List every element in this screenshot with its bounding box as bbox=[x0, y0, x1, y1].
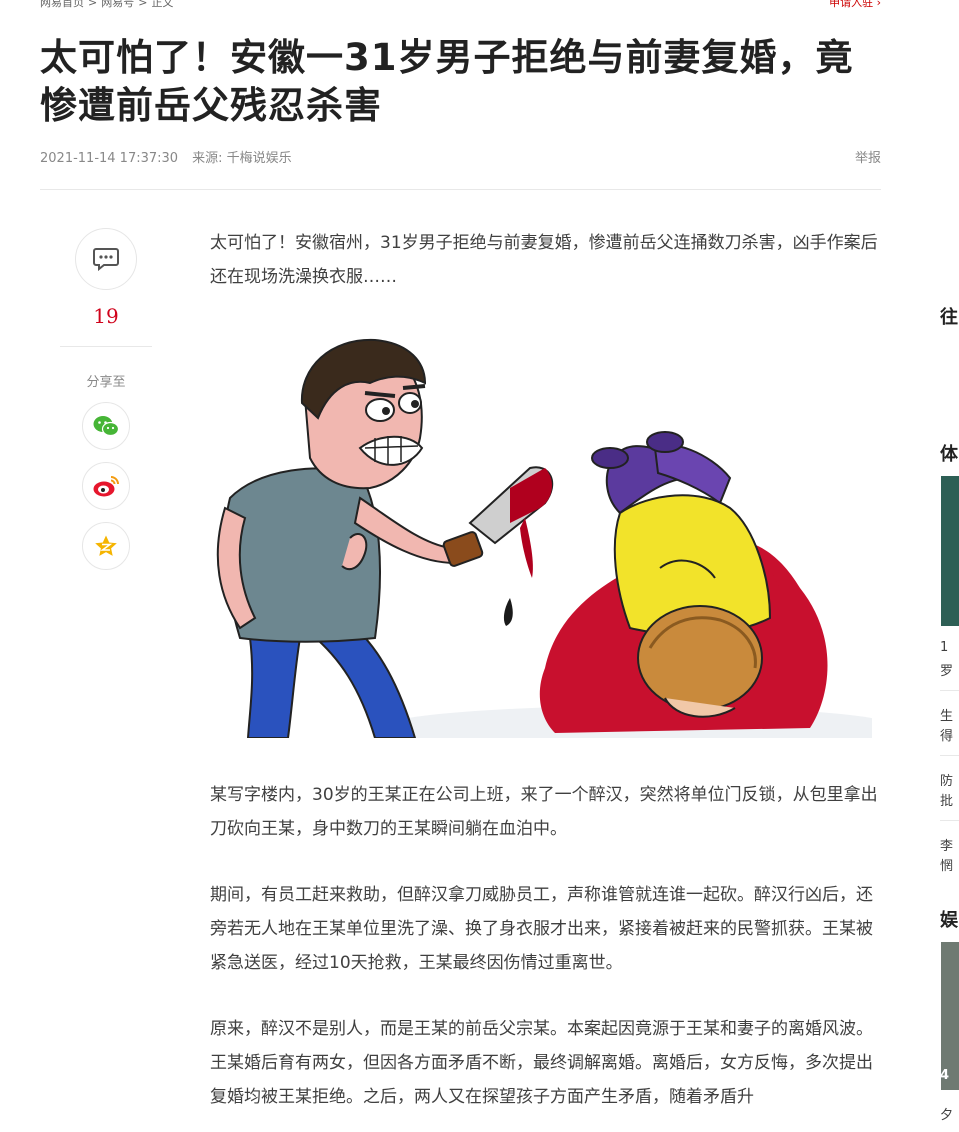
right-news-link[interactable]: 罗 bbox=[940, 660, 953, 679]
publish-time: 2021-11-14 17:37:30 bbox=[40, 151, 179, 166]
article-body: 太可怕了！安徽宿州，31岁男子拒绝与前妻复婚，惨遭前岳父连捅数刀杀害，凶手作案后… bbox=[210, 226, 882, 1114]
right-divider bbox=[940, 690, 959, 691]
article-paragraph: 原来，醉汉不是别人，而是王某的前岳父宗某。本案起因竟源于王某和妻子的离婚风波。王… bbox=[210, 1019, 873, 1107]
right-news-link[interactable]: 惘 bbox=[940, 855, 953, 874]
right-news-link[interactable]: 批 bbox=[940, 790, 953, 809]
illustration-man-with-knife bbox=[210, 338, 872, 738]
right-image-caption: 4 bbox=[940, 1068, 950, 1083]
right-section-heading: 体 bbox=[940, 444, 958, 465]
favorite-icon bbox=[95, 535, 117, 556]
article-paragraph: 太可怕了！安徽宿州，31岁男子拒绝与前妻复婚，惨遭前岳父连捅数刀杀害，凶手作案后… bbox=[210, 233, 878, 287]
article-paragraph: 某写字楼内，30岁的王某正在公司上班，来了一个醉汉，突然将单位门反锁，从包里拿出… bbox=[210, 785, 878, 839]
article-sidebar: 19 分享至 bbox=[60, 228, 152, 570]
article-title: 太可怕了！安徽一31岁男子拒绝与前妻复婚，竟惨遭前岳父残忍杀害 bbox=[40, 36, 854, 127]
apply-join-link[interactable]: 申请入驻 › bbox=[829, 0, 881, 10]
sidebar-divider bbox=[60, 346, 152, 347]
right-column-recommendations: 往 体 1 罗 生 得 防 批 李 惘 娱 4 夕 bbox=[936, 0, 959, 1132]
article-paragraph: 期间，有员工赶来救助，但醉汉拿刀威胁员工，声称谁管就连谁一起砍。醉汉行凶后，还旁… bbox=[210, 885, 873, 973]
header-divider bbox=[40, 189, 881, 190]
top-bar: 网易首页 > 网易号 > 正文 申请入驻 › bbox=[40, 0, 881, 10]
comment-button[interactable] bbox=[75, 228, 137, 290]
right-thumbnail-image[interactable] bbox=[941, 476, 959, 626]
breadcrumb-home[interactable]: 网易首页 bbox=[40, 0, 84, 9]
article-illustration bbox=[210, 338, 872, 738]
article-source[interactable]: 来源: 千梅说娱乐 bbox=[192, 151, 292, 166]
wechat-icon bbox=[93, 416, 120, 437]
breadcrumb-netease-account[interactable]: 网易号 bbox=[101, 0, 134, 9]
breadcrumb-separator: > bbox=[138, 0, 148, 9]
weibo-icon bbox=[93, 476, 119, 497]
right-divider bbox=[940, 820, 959, 821]
right-news-link[interactable]: 防 bbox=[940, 770, 953, 789]
article-meta: 2021-11-14 17:37:30 来源: 千梅说娱乐 举报 bbox=[40, 147, 881, 166]
comment-count[interactable]: 19 bbox=[60, 304, 152, 328]
right-news-link[interactable]: 得 bbox=[940, 725, 953, 744]
right-section-heading: 娱 bbox=[940, 910, 958, 931]
right-news-link[interactable]: 李 bbox=[940, 835, 953, 854]
share-wechat-button[interactable] bbox=[82, 402, 130, 450]
right-news-link[interactable]: 夕 bbox=[940, 1104, 953, 1123]
report-link[interactable]: 举报 bbox=[855, 147, 881, 166]
comment-icon bbox=[93, 248, 119, 271]
right-section-heading: 往 bbox=[940, 307, 958, 328]
right-news-link[interactable]: 1 bbox=[940, 640, 948, 655]
favorite-button[interactable] bbox=[82, 522, 130, 570]
breadcrumb-current: 正文 bbox=[151, 0, 174, 9]
right-news-link[interactable]: 生 bbox=[940, 705, 953, 724]
breadcrumb: 网易首页 > 网易号 > 正文 bbox=[40, 0, 173, 9]
share-weibo-button[interactable] bbox=[82, 462, 130, 510]
right-divider bbox=[940, 755, 959, 756]
breadcrumb-separator: > bbox=[88, 0, 98, 9]
share-label: 分享至 bbox=[86, 375, 126, 390]
